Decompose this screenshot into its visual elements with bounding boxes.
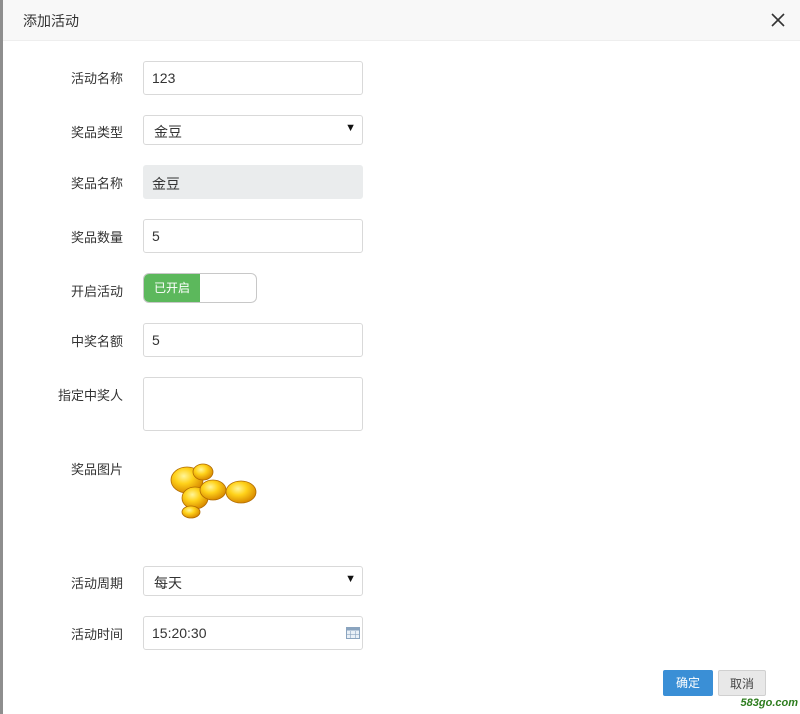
activity-time-input[interactable]: 15:20:30 (143, 616, 363, 650)
gold-beans-icon (170, 463, 257, 519)
cancel-button[interactable]: 取消 (718, 670, 766, 696)
add-activity-dialog: 添加活动 活动名称 123 奖品类型 金豆 ▼ 奖品名称 金豆 奖品数量 5 开… (3, 0, 800, 714)
activity-enabled-label: 开启活动 (70, 284, 123, 299)
prize-name-value: 金豆 (152, 176, 180, 192)
dropdown-arrow-icon: ▼ (345, 573, 356, 585)
watermark-url: 583go.com (740, 697, 798, 709)
close-icon (771, 13, 785, 27)
winner-count-value: 5 (152, 332, 160, 348)
prize-count-label: 奖品数量 (70, 230, 123, 245)
prize-count-value: 5 (152, 228, 160, 244)
prize-name-label: 奖品名称 (70, 176, 123, 191)
designated-winner-label: 指定中奖人 (57, 388, 123, 403)
designated-winner-textarea[interactable] (143, 377, 363, 431)
dialog-title: 添加活动 (23, 13, 79, 29)
confirm-button[interactable]: 确定 (663, 670, 713, 696)
dropdown-arrow-icon: ▼ (345, 122, 356, 134)
activity-time-value: 15:20:30 (152, 625, 207, 641)
winner-count-input[interactable]: 5 (143, 323, 363, 357)
winner-count-label: 中奖名额 (70, 334, 123, 349)
prize-type-select[interactable]: 金豆 ▼ (143, 115, 363, 145)
activity-cycle-value: 每天 (154, 575, 182, 591)
activity-name-value: 123 (152, 70, 176, 86)
prize-type-label: 奖品类型 (70, 125, 123, 140)
close-button[interactable] (768, 10, 788, 30)
dialog-header: 添加活动 (3, 0, 800, 41)
prize-image-label: 奖品图片 (70, 462, 123, 477)
prize-type-value: 金豆 (154, 124, 182, 140)
prize-name-field: 金豆 (143, 165, 363, 199)
activity-name-label: 活动名称 (70, 71, 123, 86)
gold-beans-image[interactable] (165, 460, 261, 522)
activity-enabled-toggle[interactable]: 已开启 (143, 273, 257, 303)
calendar-icon[interactable] (346, 627, 360, 639)
toggle-on-label: 已开启 (144, 274, 200, 302)
activity-cycle-label: 活动周期 (70, 576, 123, 591)
activity-cycle-select[interactable]: 每天 ▼ (143, 566, 363, 596)
activity-name-input[interactable]: 123 (143, 61, 363, 95)
activity-time-label: 活动时间 (70, 627, 123, 642)
prize-count-input[interactable]: 5 (143, 219, 363, 253)
